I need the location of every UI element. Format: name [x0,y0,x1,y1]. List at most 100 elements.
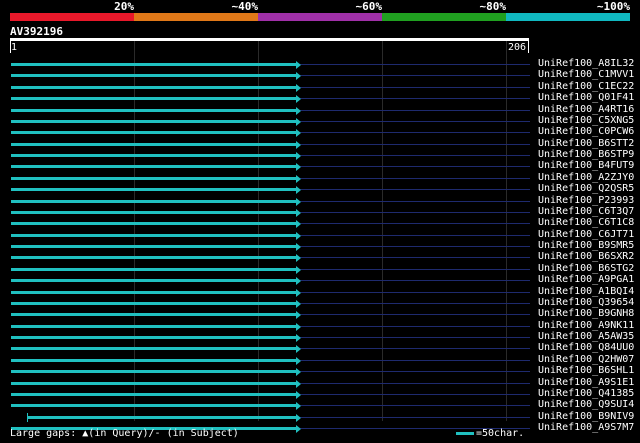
hit-list: UniRef100_A8IL32 UniRef100_C1MVV1 UniRef10… [0,58,640,434]
hit-bar[interactable] [11,222,297,226]
hit-track [300,177,530,179]
hit-label[interactable]: UniRef100_C6JT71 [538,229,634,241]
hit-label[interactable]: UniRef100_C6T1C8 [538,217,634,229]
scale-label: ~80% [479,0,507,13]
hit-label[interactable]: UniRef100_A5AW35 [538,331,634,343]
hit-bar[interactable] [11,131,297,135]
color-segment [10,13,134,21]
hit-label[interactable]: UniRef100_B6SHL1 [538,365,634,377]
hit-end-arrow-icon [296,254,301,263]
hit-label[interactable]: UniRef100_A4RT16 [538,104,634,116]
hit-label[interactable]: UniRef100_C5XNG5 [538,115,634,127]
hit-bar[interactable] [27,415,297,419]
hit-track [300,257,530,259]
hit-end-arrow-icon [296,117,301,126]
hit-label[interactable]: UniRef100_A1BQI4 [538,286,634,298]
hit-label[interactable]: UniRef100_C1EC22 [538,81,634,93]
hit-track [300,405,530,407]
hit-end-arrow-icon [296,322,301,331]
hit-bar[interactable] [11,188,297,192]
hit-label[interactable]: UniRef100_C1MVV1 [538,69,634,81]
hit-bar[interactable] [11,290,297,294]
hit-bar[interactable] [11,301,297,305]
query-end-label: 206 [508,42,527,53]
query-id: AV392196 [10,25,63,38]
hit-end-arrow-icon [296,413,301,422]
hit-end-arrow-icon [296,163,301,172]
hit-bar[interactable] [11,233,297,237]
hit-label[interactable]: UniRef100_B6SXR2 [538,251,634,263]
hit-bar[interactable] [11,108,297,112]
hit-label[interactable]: UniRef100_B9GNH8 [538,308,634,320]
hit-end-arrow-icon [296,368,301,377]
hit-bar[interactable] [11,142,297,146]
hit-bar[interactable] [11,358,297,362]
hit-track [300,223,530,225]
hit-bar[interactable] [11,97,297,101]
hit-label[interactable]: UniRef100_Q9SUI4 [538,399,634,411]
hit-track [300,359,530,361]
hit-bar[interactable] [11,119,297,123]
hit-label[interactable]: UniRef100_B6STT2 [538,138,634,150]
scale-label: ~60% [355,0,383,13]
hit-label[interactable]: UniRef100_A9PGA1 [538,274,634,286]
hit-label[interactable]: UniRef100_A9S1E1 [538,377,634,389]
color-segment [134,13,258,21]
identity-scale-labels: 20% ~40% ~60% ~80% ~100% [0,0,640,13]
hit-bar[interactable] [11,176,297,180]
hit-label[interactable]: UniRef100_B6STP9 [538,149,634,161]
hit-label[interactable]: UniRef100_P23993 [538,195,634,207]
hit-label[interactable]: UniRef100_A2ZJY0 [538,172,634,184]
identity-color-bar [10,13,630,21]
hit-label[interactable]: UniRef100_A8IL32 [538,58,634,70]
hit-label[interactable]: UniRef100_Q39654 [538,297,634,309]
hit-end-arrow-icon [296,356,301,365]
hit-bar[interactable] [11,279,297,283]
hit-label[interactable]: UniRef100_B9NIV9 [538,411,634,423]
hit-label[interactable]: UniRef100_Q01F41 [538,92,634,104]
hit-bar[interactable] [11,165,297,169]
hit-bar[interactable] [11,347,297,351]
hit-track [300,64,530,65]
hit-label[interactable]: UniRef100_Q2HW07 [538,354,634,366]
hit-track [300,337,530,338]
color-segment [506,13,630,21]
hit-bar[interactable] [11,63,297,66]
hit-label[interactable]: UniRef100_A9NK11 [538,320,634,332]
hit-label[interactable]: UniRef100_C6T3Q7 [538,206,634,218]
hit-bar[interactable] [11,267,297,271]
hit-bar[interactable] [11,324,297,328]
hit-end-arrow-icon [296,106,301,115]
gap-legend: Large gaps: ▲(in Query)/- (in Subject) [10,428,239,440]
hit-end-arrow-icon [296,402,301,411]
hit-label[interactable]: UniRef100_C0PCW6 [538,126,634,138]
hit-bar[interactable] [11,404,297,408]
hit-label[interactable]: UniRef100_B4FUT9 [538,160,634,172]
hit-bar[interactable] [11,392,297,396]
hit-bar[interactable] [11,85,297,89]
color-segment [258,13,382,21]
hit-label[interactable]: UniRef100_B9SMR5 [538,240,634,252]
hit-end-arrow-icon [296,208,301,217]
hit-label[interactable]: UniRef100_A9S7M7 [538,422,634,434]
hit-bar[interactable] [11,381,297,385]
hit-label[interactable]: UniRef100_B6STG2 [538,263,634,275]
hit-bar[interactable] [11,154,297,157]
hit-bar[interactable] [11,199,297,203]
hit-label[interactable]: UniRef100_Q84UU0 [538,342,634,354]
hit-bar[interactable] [11,313,297,317]
hit-bar[interactable] [11,74,297,78]
hit-end-arrow-icon [296,265,301,274]
hit-bar[interactable] [11,245,297,248]
hit-end-arrow-icon [296,345,301,354]
scale-key: =50char. [456,428,524,440]
legend-prefix: Large gaps: [10,428,77,439]
hit-bar[interactable] [11,256,297,260]
hit-bar[interactable] [11,370,297,374]
hit-label[interactable]: UniRef100_Q41385 [538,388,634,400]
hit-bar[interactable] [11,210,297,214]
scale-key-text: =50char. [476,428,525,439]
hit-bar[interactable] [11,336,297,339]
hit-track [300,109,530,111]
hit-label[interactable]: UniRef100_Q2QSR5 [538,183,634,195]
